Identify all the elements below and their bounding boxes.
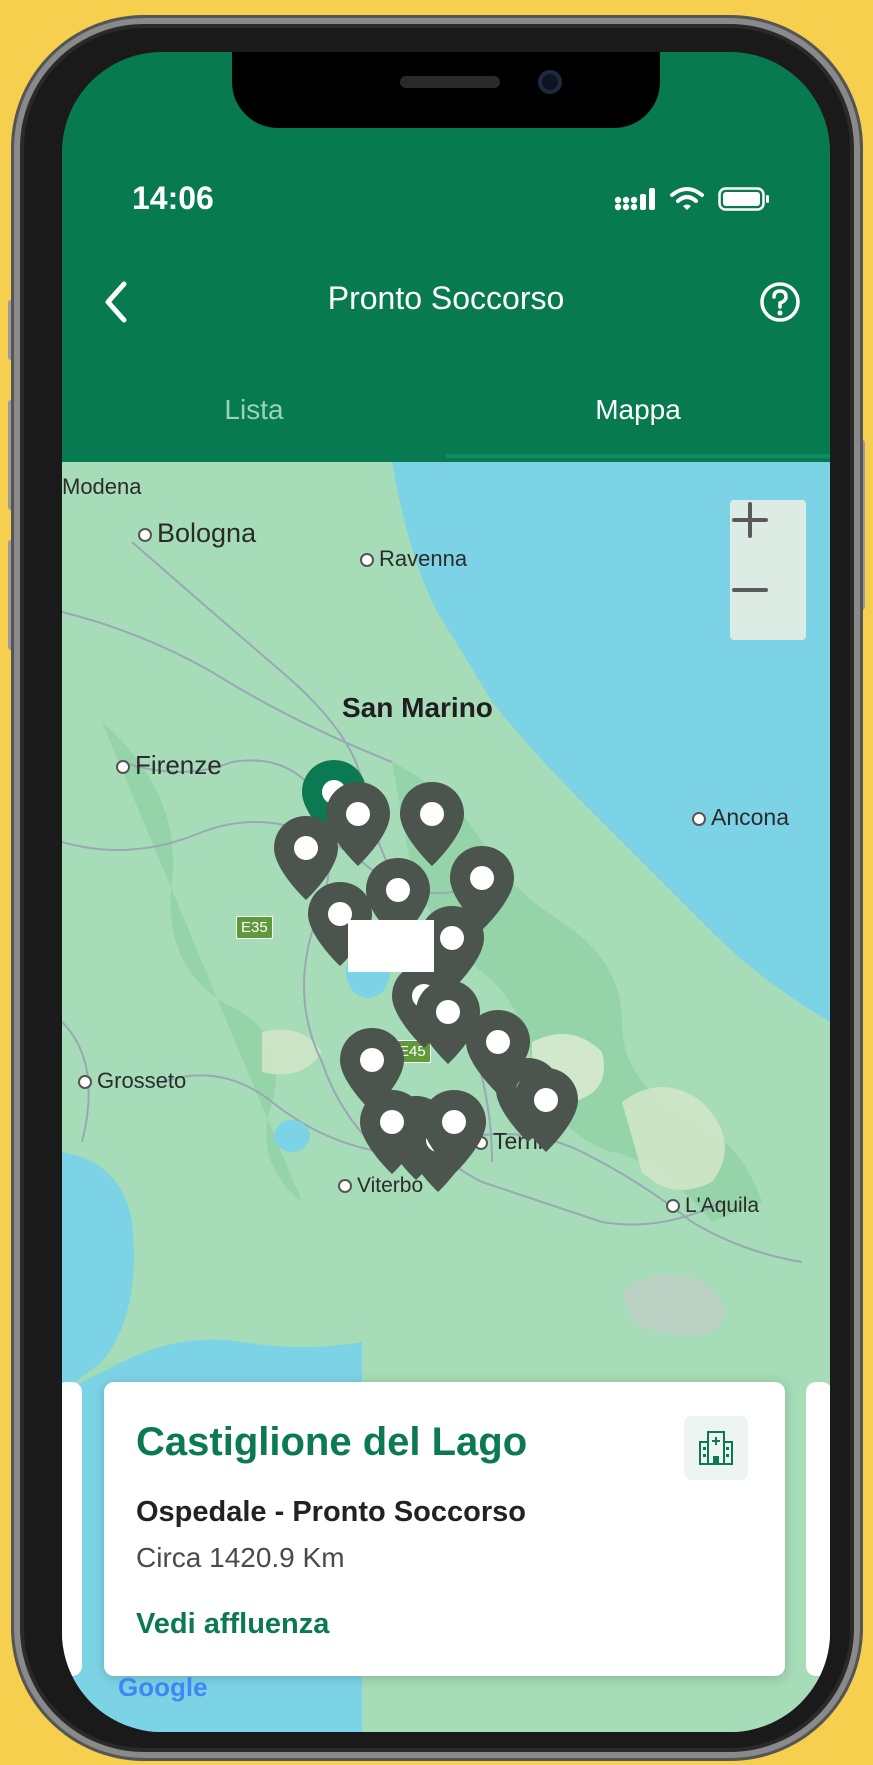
previous-card-edge[interactable] bbox=[62, 1382, 82, 1676]
zoom-controls bbox=[730, 500, 806, 640]
hospital-pin[interactable] bbox=[396, 778, 468, 870]
road-badge-e35: E35 bbox=[236, 916, 273, 939]
active-tab-indicator bbox=[446, 454, 830, 458]
hospital-distance: Circa 1420.9 Km bbox=[136, 1542, 345, 1573]
hospital-name: Castiglione del Lago bbox=[136, 1420, 528, 1464]
redacted-area bbox=[348, 920, 434, 972]
map-label-laquila: L'Aquila bbox=[666, 1194, 759, 1218]
vedi-affluenza-link[interactable]: Vedi affluenza bbox=[136, 1608, 329, 1641]
status-bar: 14:06 bbox=[62, 180, 830, 224]
hospital-pin[interactable] bbox=[510, 1064, 582, 1156]
zoom-out-button[interactable] bbox=[730, 570, 806, 640]
map-label-firenze: Firenze bbox=[116, 750, 222, 781]
tab-bar: Lista Mappa bbox=[62, 382, 830, 462]
page-title: Pronto Soccorso bbox=[327, 280, 565, 316]
speaker bbox=[400, 76, 500, 88]
hospital-icon bbox=[684, 1416, 748, 1480]
plus-icon bbox=[732, 502, 768, 538]
cellular-signal-icon bbox=[614, 188, 655, 211]
tab-lista[interactable]: Lista bbox=[62, 382, 446, 458]
map-label-modena: Modena bbox=[62, 474, 142, 499]
hospital-type: Ospedale - Pronto Soccorso bbox=[136, 1496, 526, 1528]
map-label-grosseto: Grosseto bbox=[78, 1068, 186, 1094]
wifi-icon bbox=[670, 187, 704, 210]
map-label-bologna: Bologna bbox=[138, 518, 256, 549]
google-attribution: Google bbox=[118, 1672, 208, 1702]
status-time: 14:06 bbox=[132, 180, 214, 216]
next-card-edge[interactable] bbox=[806, 1382, 830, 1676]
help-icon[interactable] bbox=[758, 280, 802, 324]
status-icons bbox=[614, 186, 772, 212]
zoom-in-button[interactable] bbox=[730, 500, 806, 570]
map-label-ancona: Ancona bbox=[692, 804, 789, 831]
battery-icon bbox=[718, 187, 769, 211]
hospital-pin[interactable] bbox=[322, 778, 394, 870]
minus-icon bbox=[732, 588, 768, 592]
map-label-ravenna: Ravenna bbox=[360, 546, 467, 572]
hospital-pin[interactable] bbox=[418, 1086, 490, 1178]
phone-screen: 14:06 Pronto Soccorso Lista Mappa Modena… bbox=[62, 52, 830, 1732]
front-camera bbox=[538, 70, 562, 94]
map-label-san-marino: San Marino bbox=[342, 692, 493, 723]
hospital-card[interactable]: Castiglione del Lago Ospedale - Pronto S… bbox=[104, 1382, 785, 1676]
navigation-bar: Pronto Soccorso bbox=[62, 274, 830, 334]
hospital-pin[interactable] bbox=[356, 1086, 428, 1178]
tab-mappa[interactable]: Mappa bbox=[446, 382, 830, 458]
notch bbox=[232, 52, 660, 128]
